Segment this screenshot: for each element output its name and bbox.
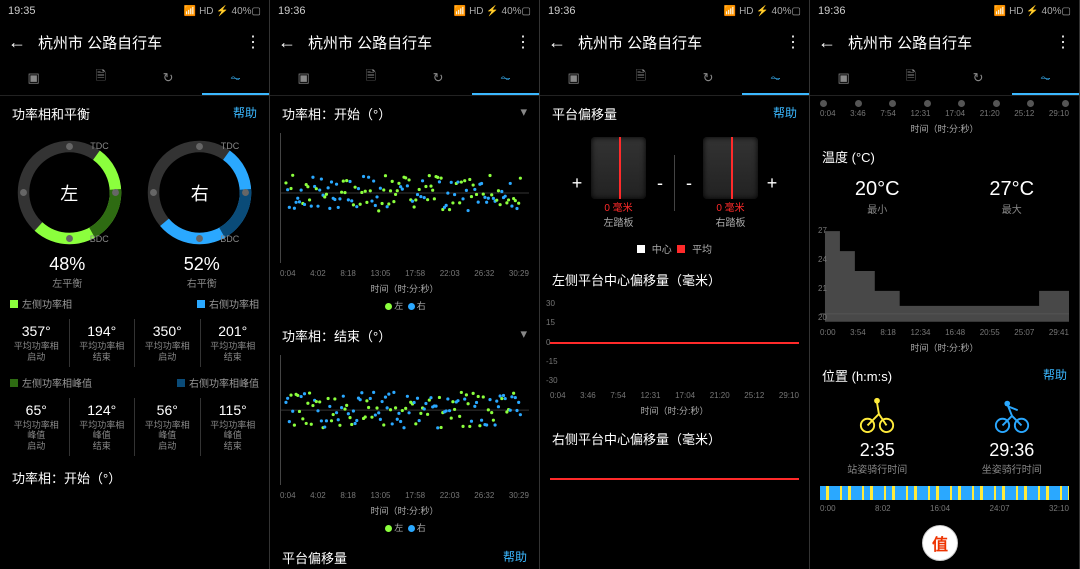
screen-phase: 19:36📶 HD ⚡ 40%▢ ←杭州市 公路自行车⋮ ▣🗎↻⏦ 功率相：开始… [270, 0, 540, 569]
watermark: 值 什么值得买 [922, 525, 1064, 561]
gauge-left: 左 TDC BDC [12, 135, 127, 250]
gauge-left-label: 左 [12, 135, 127, 250]
more-icon[interactable]: ⋮ [245, 32, 261, 52]
gauge-right: 右 TDC BDC [142, 135, 257, 250]
position-timeline [820, 486, 1069, 500]
temp-max: 27°C [989, 178, 1034, 201]
scatter-end [280, 355, 529, 485]
stat-cell: 201°平均功率相结束 [200, 319, 266, 367]
status-bar: 19:35 📶 HD ⚡ 40%▢ [0, 0, 269, 22]
help-link[interactable]: 帮助 [233, 104, 257, 123]
screen-offset: 19:36📶 HD ⚡ 40%▢ ←杭州市 公路自行车⋮ ▣🗎↻⏦ 平台偏移量帮… [540, 0, 810, 569]
offset-left-chart: 30150-15-30 [550, 299, 799, 385]
stat-cell: 357°平均功率相启动 [4, 319, 69, 367]
seated-rider-icon [993, 395, 1031, 433]
standing-rider-icon [858, 395, 896, 433]
left-pct: 48% [49, 254, 85, 275]
stat-cell: 65°平均功率相峰值启动 [4, 398, 69, 456]
back-icon[interactable]: ← [8, 32, 26, 53]
screen-temp-pos: 19:36📶 HD ⚡ 40%▢ ←杭州市 公路自行车⋮ ▣🗎↻⏦ 0:043:… [810, 0, 1080, 569]
chevron-down-icon[interactable]: ▾ [520, 326, 527, 345]
tab-3[interactable]: ↻ [135, 62, 202, 95]
back-icon[interactable]: ← [818, 32, 836, 53]
app-title: 杭州市 公路自行车 [38, 32, 233, 53]
back-icon[interactable]: ← [548, 32, 566, 53]
balance-title: 功率相和平衡 [12, 104, 90, 123]
right-pct: 52% [184, 254, 220, 275]
more-icon[interactable]: ⋮ [515, 32, 531, 52]
watermark-icon: 值 [922, 525, 958, 561]
gauge-right-label: 右 [142, 135, 257, 250]
tab-bar: ▣ 🗎 ↻ ⏦ [0, 62, 269, 96]
more-icon[interactable]: ⋮ [1055, 32, 1071, 52]
right-pedal [703, 137, 758, 199]
seated-block: 29:36 坐姿骑行时间 [982, 395, 1042, 476]
left-pedal [591, 137, 646, 199]
chevron-down-icon[interactable]: ▾ [520, 104, 527, 123]
watermark-text: 什么值得买 [964, 529, 1064, 558]
phase-start-title: 功率相：开始（°） [12, 468, 121, 487]
tab-1[interactable]: ▣ [0, 62, 67, 95]
offset-right-chart [550, 458, 799, 498]
temp-min: 20°C [855, 178, 900, 201]
more-icon[interactable]: ⋮ [785, 32, 801, 52]
stat-cell: 194°平均功率相结束 [69, 319, 135, 367]
stat-cell: 115°平均功率相峰值结束 [200, 398, 266, 456]
back-icon[interactable]: ← [278, 32, 296, 53]
screen-balance: 19:35 📶 HD ⚡ 40%▢ ← 杭州市 公路自行车 ⋮ ▣ 🗎 ↻ ⏦ … [0, 0, 270, 569]
tab-2[interactable]: 🗎 [67, 62, 134, 95]
stat-cell: 56°平均功率相峰值启动 [134, 398, 200, 456]
app-bar: ← 杭州市 公路自行车 ⋮ [0, 22, 269, 62]
status-icons: 📶 HD ⚡ 40%▢ [184, 6, 261, 17]
stat-cell: 124°平均功率相峰值结束 [69, 398, 135, 456]
status-time: 19:35 [8, 5, 36, 17]
temp-chart: 27242120 [820, 226, 1069, 322]
pedal-diagram: + 0 毫米 左踏板 - - 0 毫米 右踏板 + [540, 129, 809, 237]
standing-block: 2:35 站姿骑行时间 [847, 395, 907, 476]
tab-4[interactable]: ⏦ [202, 62, 269, 95]
stat-cell: 350°平均功率相启动 [134, 319, 200, 367]
scatter-start [280, 133, 529, 263]
